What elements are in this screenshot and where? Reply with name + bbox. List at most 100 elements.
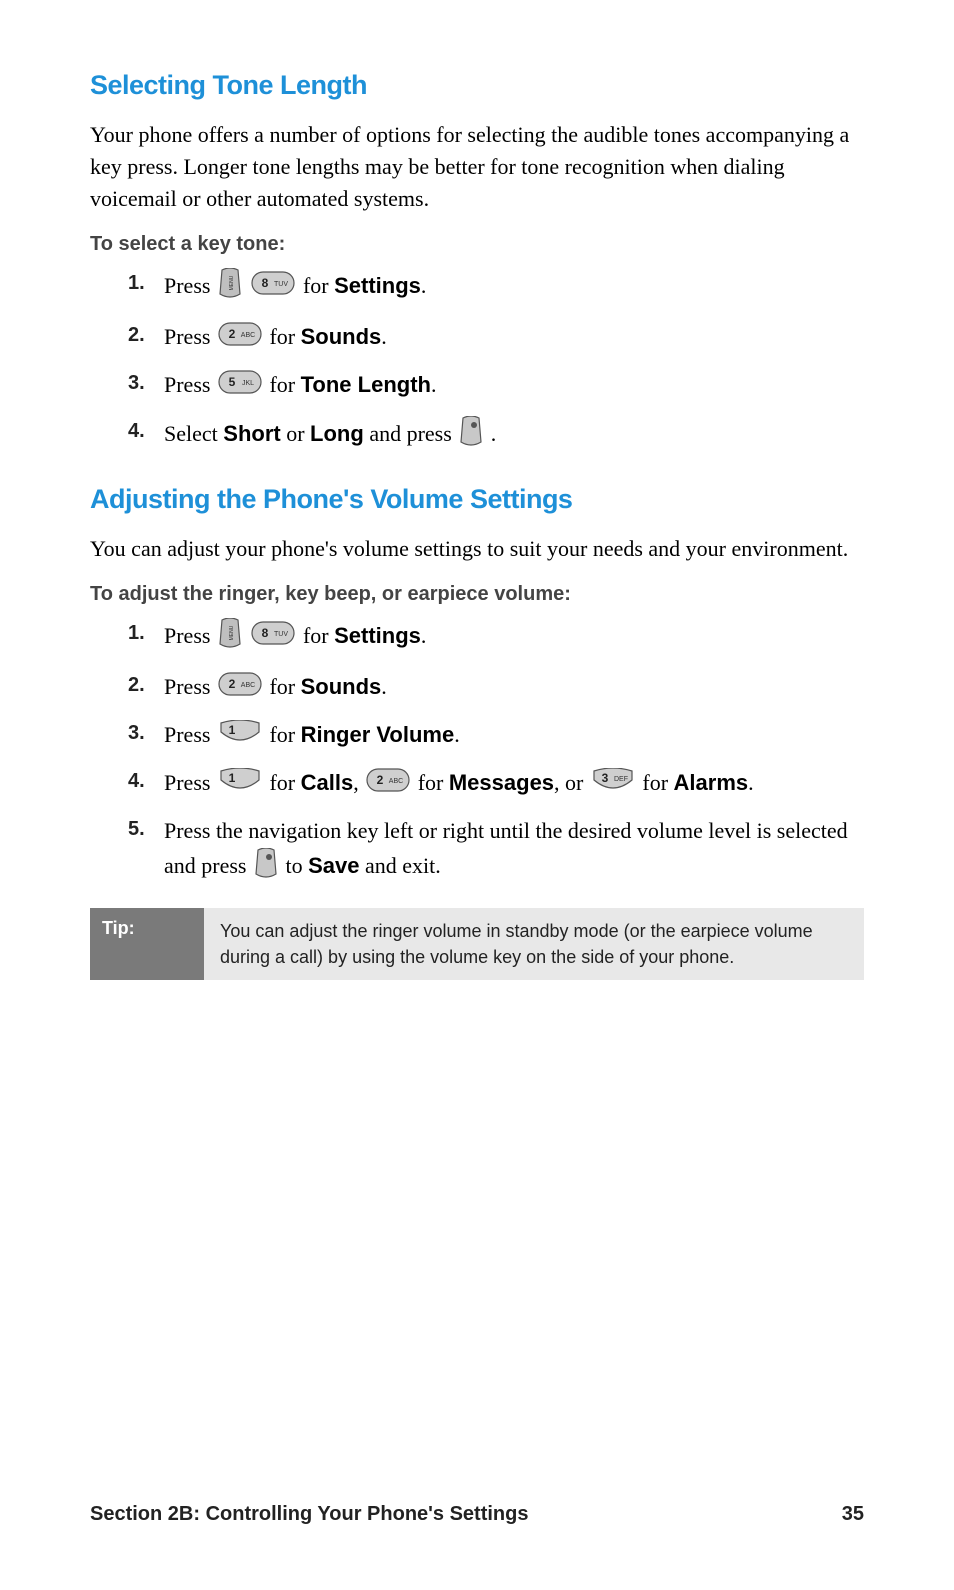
key-2-icon: 2 ABC bbox=[218, 322, 262, 356]
step-text: for bbox=[269, 770, 300, 795]
step-text: for bbox=[642, 770, 673, 795]
step-number: 2. bbox=[128, 320, 145, 351]
step-bold: Settings bbox=[334, 273, 421, 298]
step-text: Press bbox=[164, 273, 216, 298]
ok-key-icon bbox=[459, 416, 483, 456]
svg-text:2: 2 bbox=[229, 327, 236, 341]
step-text: or bbox=[286, 421, 310, 446]
step-text: Select bbox=[164, 421, 223, 446]
step-bold: Tone Length bbox=[301, 372, 431, 397]
step-number: 5. bbox=[128, 814, 145, 845]
step-text: . bbox=[748, 770, 754, 795]
steps-volume: 1. Press MENU 8 TUV for Settings. 2. Pres… bbox=[90, 618, 864, 888]
step-bold: Long bbox=[310, 421, 364, 446]
svg-text:ABC: ABC bbox=[241, 682, 255, 689]
svg-text:MENU: MENU bbox=[229, 625, 235, 640]
step-5: 5. Press the navigation key left or righ… bbox=[128, 814, 864, 888]
step-text: Press bbox=[164, 324, 216, 349]
step-text: and press bbox=[369, 421, 457, 446]
step-bold: Short bbox=[223, 421, 280, 446]
key-3-icon: 3 DEF bbox=[591, 768, 635, 802]
svg-text:1: 1 bbox=[229, 723, 236, 737]
key-1-icon: 1 bbox=[218, 768, 262, 802]
step-text: Press bbox=[164, 770, 216, 795]
step-bold: Calls bbox=[301, 770, 354, 795]
step-text: for bbox=[269, 372, 300, 397]
step-bold: Ringer Volume bbox=[301, 722, 455, 747]
key-8-icon: 8 TUV bbox=[251, 271, 295, 305]
step-text: for bbox=[269, 722, 300, 747]
key-5-icon: 5 JKL bbox=[218, 370, 262, 404]
step-bold: Alarms bbox=[674, 770, 749, 795]
manual-page: Selecting Tone Length Your phone offers … bbox=[0, 0, 954, 1590]
key-2-icon: 2 ABC bbox=[218, 672, 262, 706]
step-text: for bbox=[303, 273, 334, 298]
step-bold: Save bbox=[308, 853, 359, 878]
step-text: , or bbox=[554, 770, 589, 795]
heading-tone-length: Selecting Tone Length bbox=[90, 70, 864, 101]
menu-key-icon: MENU bbox=[218, 268, 242, 308]
step-number: 3. bbox=[128, 718, 145, 749]
step-number: 3. bbox=[128, 368, 145, 399]
step-3: 3. Press 1 for Ringer Volume. bbox=[128, 718, 864, 754]
ok-key-icon bbox=[254, 848, 278, 888]
step-text: for bbox=[269, 324, 300, 349]
step-2: 2. Press 2ABC for Sounds. bbox=[128, 670, 864, 706]
svg-text:TUV: TUV bbox=[274, 281, 288, 288]
step-1: 1. Press MENU 8TUV for Settings. bbox=[128, 268, 864, 308]
step-3: 3. Press 5 JKL for Tone Length. bbox=[128, 368, 864, 404]
tip-label: Tip: bbox=[90, 908, 204, 980]
footer-page-number: 35 bbox=[842, 1503, 864, 1526]
step-4: 4. Press 1 for Calls, 2 ABC for Messages,… bbox=[128, 766, 864, 802]
subhead-select-key-tone: To select a key tone: bbox=[90, 233, 864, 256]
step-number: 2. bbox=[128, 670, 145, 701]
steps-tone-length: 1. Press MENU 8TUV for Settings. 2. Pres… bbox=[90, 268, 864, 456]
step-bold: Sounds bbox=[301, 324, 382, 349]
svg-text:1: 1 bbox=[229, 771, 236, 785]
step-text: , bbox=[353, 770, 364, 795]
svg-text:TUV: TUV bbox=[274, 631, 288, 638]
step-text: . bbox=[431, 372, 437, 397]
step-bold: Messages bbox=[449, 770, 554, 795]
footer-section: Section 2B: Controlling Your Phone's Set… bbox=[90, 1503, 529, 1526]
intro-volume-settings: You can adjust your phone's volume setti… bbox=[90, 533, 864, 565]
svg-text:JKL: JKL bbox=[242, 380, 254, 387]
step-text: for bbox=[303, 623, 334, 648]
svg-text:8: 8 bbox=[262, 626, 269, 640]
step-text: . bbox=[421, 623, 427, 648]
step-1: 1. Press MENU 8 TUV for Settings. bbox=[128, 618, 864, 658]
step-text: for bbox=[418, 770, 449, 795]
svg-text:3: 3 bbox=[602, 771, 609, 785]
step-text: for bbox=[269, 674, 300, 699]
tip-box: Tip: You can adjust the ringer volume in… bbox=[90, 908, 864, 980]
step-text: Press bbox=[164, 722, 216, 747]
svg-text:2: 2 bbox=[229, 677, 236, 691]
step-text: Press bbox=[164, 372, 216, 397]
svg-text:8: 8 bbox=[262, 276, 269, 290]
step-text: Press bbox=[164, 674, 216, 699]
svg-text:DEF: DEF bbox=[614, 776, 628, 783]
heading-volume-settings: Adjusting the Phone's Volume Settings bbox=[90, 484, 864, 515]
step-number: 4. bbox=[128, 766, 145, 797]
svg-text:MENU: MENU bbox=[229, 275, 235, 290]
svg-text:2: 2 bbox=[377, 773, 384, 787]
key-2-icon: 2 ABC bbox=[366, 768, 410, 802]
step-text: Press bbox=[164, 623, 216, 648]
step-text: . bbox=[421, 273, 427, 298]
intro-tone-length: Your phone offers a number of options fo… bbox=[90, 119, 864, 215]
step-bold: Sounds bbox=[301, 674, 382, 699]
step-text: and exit. bbox=[365, 853, 441, 878]
key-8-icon: 8 TUV bbox=[251, 621, 295, 655]
svg-text:ABC: ABC bbox=[389, 778, 403, 785]
step-text: . bbox=[454, 722, 460, 747]
step-2: 2. Press 2 ABC for Sounds. bbox=[128, 320, 864, 356]
menu-key-icon: MENU bbox=[218, 618, 242, 658]
step-bold: Settings bbox=[334, 623, 421, 648]
step-text: . bbox=[381, 324, 387, 349]
subhead-adjust-volume: To adjust the ringer, key beep, or earpi… bbox=[90, 583, 864, 606]
svg-text:ABC: ABC bbox=[241, 332, 255, 339]
svg-text:5: 5 bbox=[229, 375, 236, 389]
key-1-icon: 1 bbox=[218, 720, 262, 754]
step-number: 1. bbox=[128, 618, 145, 649]
page-footer: Section 2B: Controlling Your Phone's Set… bbox=[90, 1503, 864, 1526]
